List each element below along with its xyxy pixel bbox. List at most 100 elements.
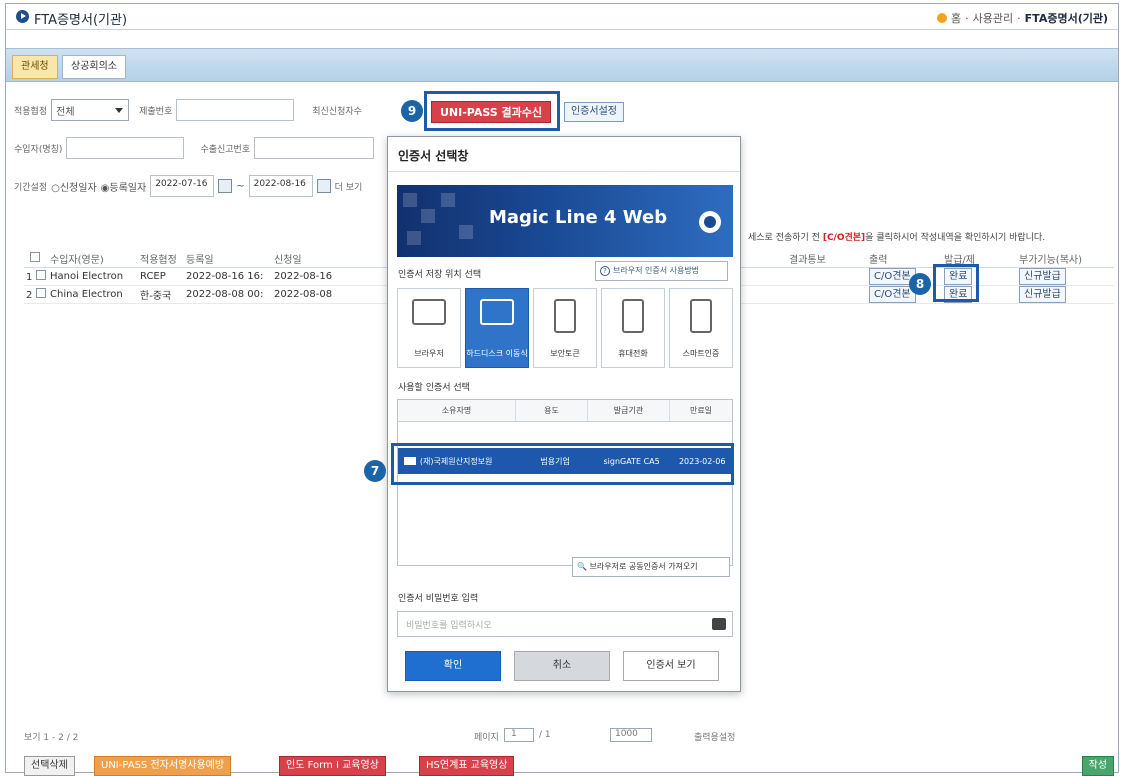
cert-table-header: 소유자명 용도 발급기관 만료일	[398, 400, 732, 422]
smart-cert-icon	[690, 299, 712, 333]
step-badge-9: 9	[401, 100, 423, 122]
print-setting-link[interactable]: 출력용설정	[694, 730, 735, 743]
doc-number-input[interactable]	[176, 99, 295, 121]
col-importer: 수입자(영문)	[50, 255, 104, 266]
cert-setting-button[interactable]: 인증서설정	[564, 102, 624, 122]
browser-help-button[interactable]: ? 브라우저 인증서 사용방법	[595, 261, 728, 281]
step-badge-7: 7	[364, 460, 386, 482]
importer-label: 수입자(명칭)	[14, 144, 63, 155]
storage-label: 인증서 저장 위치 선택	[398, 270, 482, 280]
step-badge-8: 8	[909, 273, 931, 295]
col-owner: 소유자명	[398, 400, 516, 421]
page-size-select[interactable]: 1000	[610, 728, 652, 742]
col-usage: 용도	[516, 400, 588, 421]
breadcrumb-home[interactable]: 홈	[951, 10, 961, 26]
col-extra: 부가기능(복사)	[1019, 255, 1083, 266]
write-button[interactable]: 작성	[1081, 756, 1114, 776]
more-label: 더 보기	[334, 182, 363, 193]
home-dot-icon	[937, 13, 948, 23]
storage-smart[interactable]: 스마트인증	[669, 288, 733, 368]
cell-apply-date: 2022-08-16	[274, 271, 333, 282]
bottom-toolbar: 선택삭제 UNI-PASS 전자서명사용예방 인도 Form I 교육영상 HS…	[24, 756, 1114, 776]
search-row-3: 기간설정 ○신청일자 ◉등록일자 2022-07-16 ~ 2022-08-16…	[14, 175, 362, 197]
col-result: 결과통보	[789, 255, 826, 266]
confirm-button[interactable]: 확인	[405, 651, 501, 681]
password-input[interactable]: 비밀번호를 입력하시오	[397, 611, 733, 637]
col-print: 출력	[869, 255, 888, 266]
select-delete-button[interactable]: 선택삭제	[24, 756, 75, 776]
chevron-down-icon	[115, 108, 124, 113]
new-issue-button[interactable]: 신규발급	[1019, 268, 1066, 285]
storage-token[interactable]: 보안토큰	[533, 288, 597, 368]
search-row-2: 수입자(명칭) 수출신고번호	[14, 137, 375, 159]
fta-type-label: 적용협정	[14, 106, 48, 117]
question-icon: ?	[600, 266, 610, 276]
col-fta: 적용협정	[140, 255, 177, 266]
pager: 보기 1 - 2 / 2 페이지 1 / 1 1000 출력용설정	[24, 728, 1114, 743]
phone-icon	[622, 299, 644, 333]
cancel-button[interactable]: 취소	[514, 651, 610, 681]
calendar-icon[interactable]	[218, 179, 233, 193]
recent-label: 최신신청자수	[312, 106, 362, 117]
row-count: 보기 1 - 2 / 2	[24, 733, 79, 743]
export-decl-input[interactable]	[254, 137, 375, 159]
fta-type-select[interactable]: 전체	[51, 99, 130, 121]
cell-fta: RCEP	[140, 271, 166, 282]
view-cert-button[interactable]: 인증서 보기	[623, 651, 719, 681]
form-video-button[interactable]: 인도 Form I 교육영상	[279, 756, 386, 776]
tab-chamber[interactable]: 상공회의소	[62, 55, 126, 79]
select-cert-label: 사용할 인증서 선택	[398, 383, 470, 393]
page-input[interactable]: 1	[504, 728, 534, 742]
tab-customs[interactable]: 관세청	[12, 55, 58, 79]
highlight-box-9	[424, 91, 560, 131]
co-sample-button[interactable]: C/O견본	[869, 286, 916, 303]
search-row-1: 적용협정 전체 제출번호 최신신청자수	[14, 99, 362, 121]
date-from-input[interactable]: 2022-07-16	[150, 175, 215, 197]
dreamsecurity-logo-icon	[699, 211, 721, 233]
monitor-icon	[480, 299, 514, 325]
cert-select-dialog: 인증서 선택창 Magic Line 4 Web 인증서 저장 위치 선택 ? 브…	[387, 136, 741, 692]
page-label: 페이지	[474, 733, 499, 743]
radio-apply-date[interactable]: ○신청일자	[51, 179, 97, 194]
cell-apply-date: 2022-08-08	[274, 289, 333, 300]
cell-reg-date: 2022-08-16 16:	[186, 271, 264, 282]
storage-harddisk[interactable]: 하드디스크 이동식	[465, 288, 529, 368]
highlight-box-7	[391, 443, 734, 485]
window-title: FTA증명서(기관)	[34, 13, 128, 28]
new-issue-button[interactable]: 신규발급	[1019, 286, 1066, 303]
dialog-title: 인증서 선택창	[398, 149, 469, 163]
page-total: / 1	[539, 730, 551, 740]
magicline-banner: Magic Line 4 Web	[397, 185, 733, 257]
cell-importer: China Electron	[50, 289, 123, 300]
keyboard-icon[interactable]	[712, 618, 726, 630]
row-checkbox[interactable]	[36, 288, 47, 298]
cell-reg-date: 2022-08-08 00:	[186, 289, 264, 300]
notice-text: 세스로 전송하기 전 [C/O견본]을 클릭하시어 작성내역을 확인하시기 바랍…	[748, 233, 1046, 243]
banner-title: Magic Line 4 Web	[489, 207, 668, 228]
period-label: 기간설정	[14, 182, 48, 193]
title-bar: FTA증명서(기관) 홈 · 사용관리 · FTA증명서(기관)	[6, 4, 1118, 30]
col-expiry: 만료일	[689, 406, 713, 415]
cell-importer: Hanoi Electron	[50, 271, 124, 282]
calendar-icon[interactable]	[316, 179, 331, 193]
breadcrumb: 홈 · 사용관리 · FTA증명서(기관)	[937, 10, 1108, 26]
breadcrumb-admin[interactable]: 사용관리	[973, 10, 1013, 26]
play-icon	[16, 10, 29, 23]
select-all-checkbox[interactable]	[30, 252, 40, 262]
radio-reg-date[interactable]: ◉등록일자	[101, 179, 147, 194]
hs-video-button[interactable]: HS연계표 교육영상	[419, 756, 515, 776]
storage-browser[interactable]: 브라우저	[397, 288, 461, 368]
browser-icon	[412, 299, 446, 325]
unipass-app-button[interactable]: UNI-PASS 전자서명사용예방	[94, 756, 232, 776]
load-browser-cert-button[interactable]: 🔍 브라우저로 공동인증서 가져오기	[572, 557, 730, 577]
token-icon	[554, 299, 576, 333]
col-reg-date: 등록일	[186, 255, 214, 266]
date-to-input[interactable]: 2022-08-16	[248, 175, 313, 197]
col-issuer: 발급기관	[588, 400, 670, 421]
storage-phone[interactable]: 휴대전화	[601, 288, 665, 368]
tab-bar: 관세청 상공회의소	[6, 48, 1118, 82]
row-checkbox[interactable]	[36, 270, 47, 280]
highlight-box-8	[933, 264, 979, 302]
export-decl-label: 수출신고번호	[200, 144, 251, 155]
importer-input[interactable]	[66, 137, 185, 159]
